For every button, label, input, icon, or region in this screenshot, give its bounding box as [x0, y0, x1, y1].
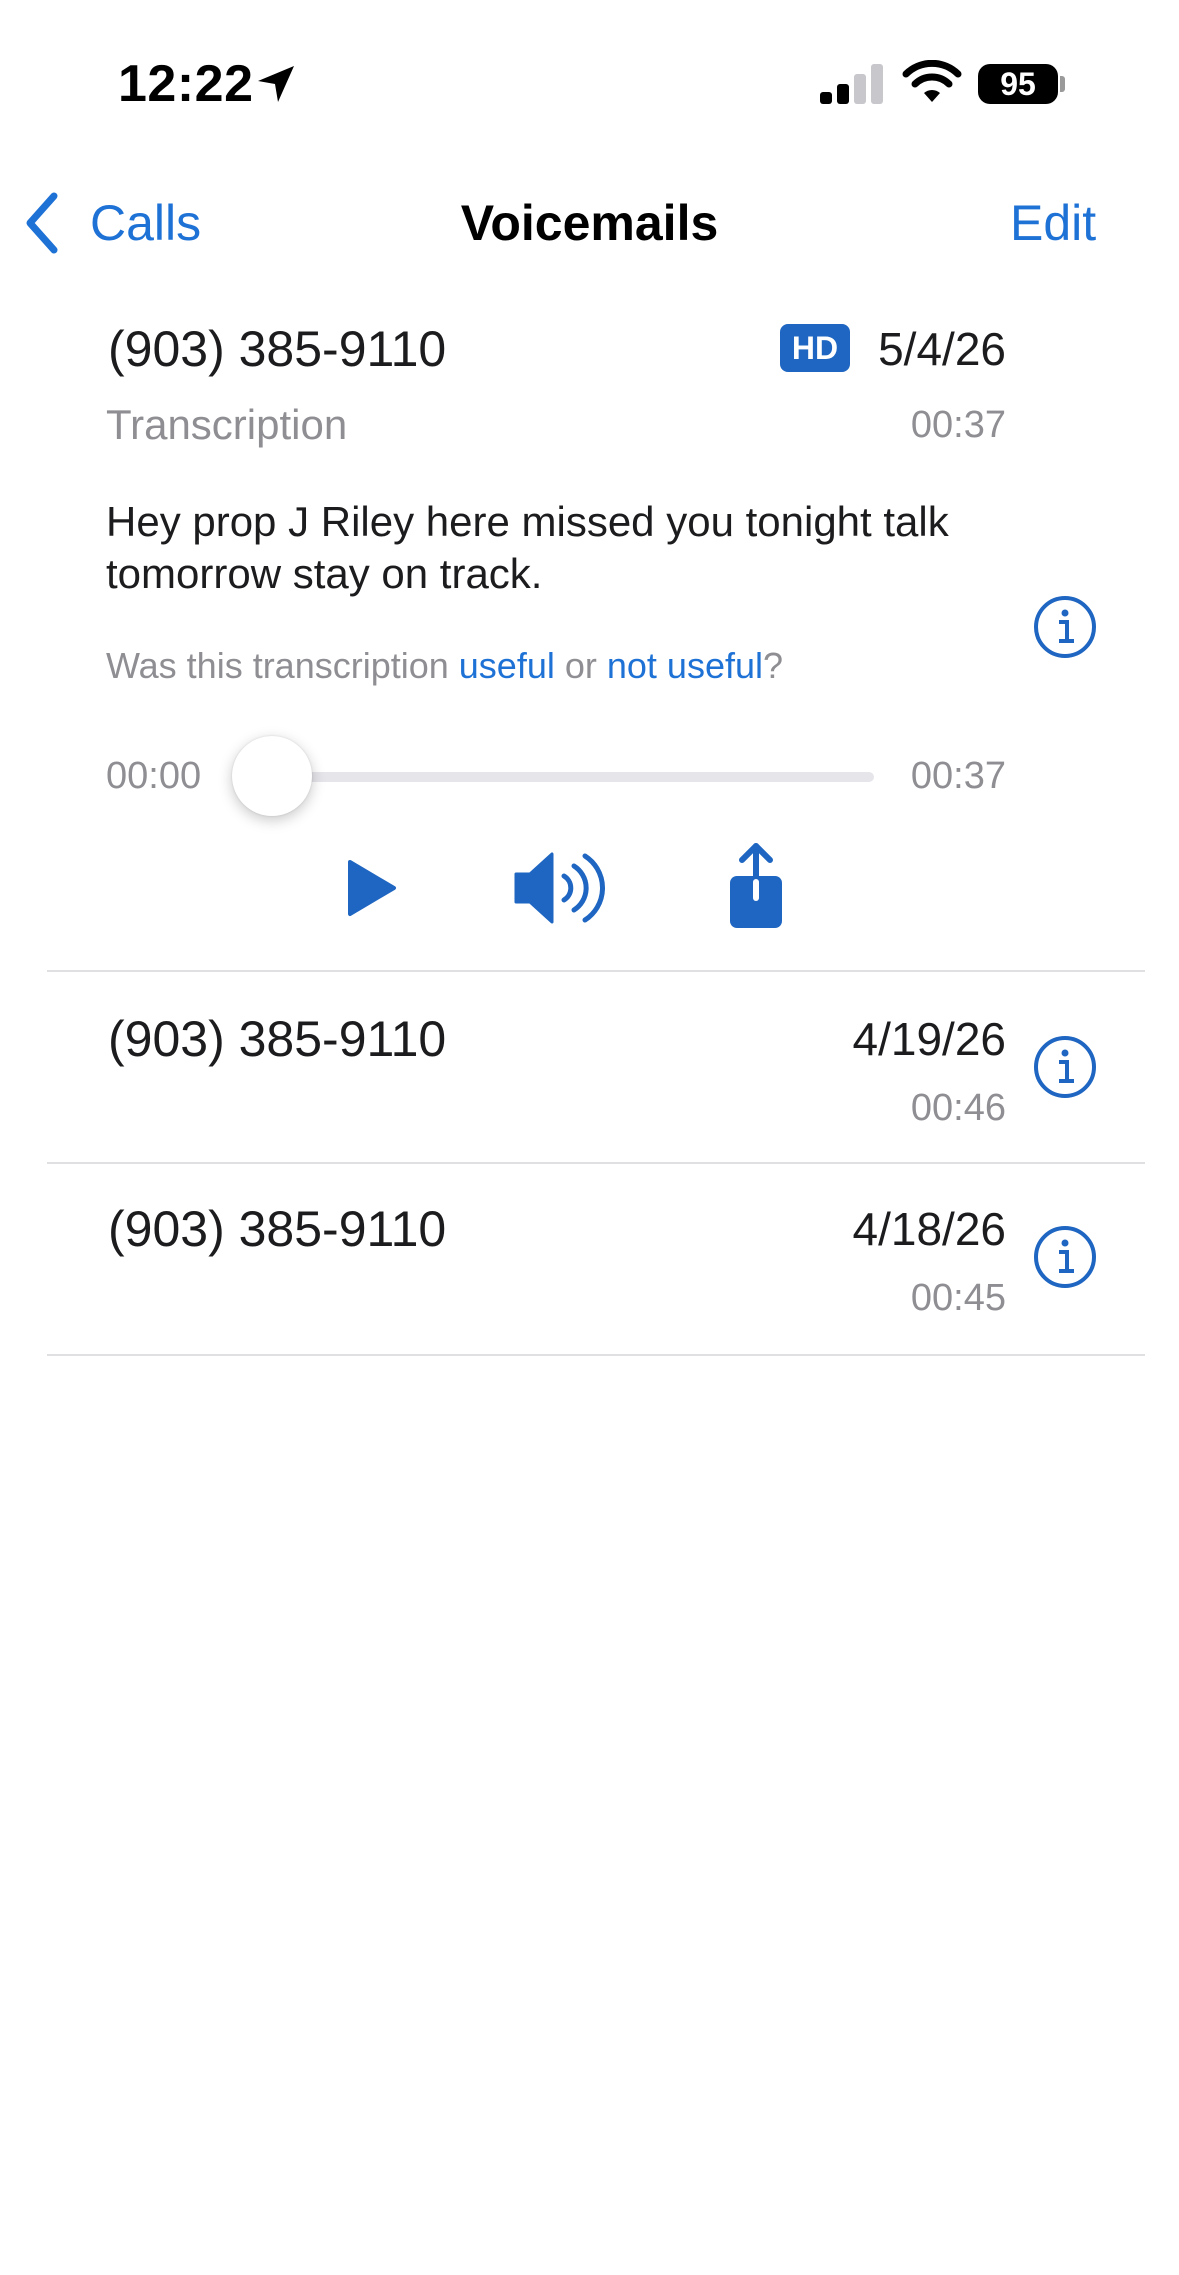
- wifi-icon: [902, 60, 962, 102]
- voicemail-date: 4/18/26: [852, 1203, 1006, 1255]
- feedback-suffix: ?: [763, 645, 784, 686]
- info-circle-icon[interactable]: [1032, 1034, 1098, 1100]
- voicemail-date: 5/4/26: [878, 323, 1006, 375]
- info-circle-icon[interactable]: [1032, 1224, 1098, 1290]
- page-title: Voicemails: [460, 195, 719, 251]
- speaker-icon[interactable]: [512, 844, 608, 932]
- battery-indicator: 95: [978, 64, 1058, 104]
- divider: [47, 1354, 1145, 1356]
- voicemail-date: 4/19/26: [852, 1013, 1006, 1065]
- feedback-middle: or: [554, 645, 607, 686]
- useful-link[interactable]: useful: [459, 645, 555, 686]
- playback-total-time: 00:37: [910, 755, 1006, 797]
- playback-scrubber-knob[interactable]: [232, 736, 312, 816]
- share-icon[interactable]: [726, 842, 786, 932]
- voicemail-phone-number: (903) 385-9110: [108, 1011, 447, 1067]
- cellular-signal-icon: [820, 64, 883, 104]
- voicemail-phone-number: (903) 385-9110: [108, 321, 447, 377]
- voicemail-row[interactable]: (903) 385-9110 4/18/26 00:45: [0, 1164, 1179, 1354]
- hd-badge: HD: [780, 324, 850, 372]
- not-useful-link[interactable]: not useful: [607, 645, 763, 686]
- voicemail-duration: 00:37: [910, 404, 1006, 446]
- voicemail-duration: 00:45: [910, 1277, 1006, 1319]
- playback-current-time: 00:00: [106, 755, 202, 797]
- transcript-text: Hey prop J Riley here missed you tonight…: [106, 498, 949, 597]
- voicemail-phone-number: (903) 385-9110: [108, 1201, 447, 1257]
- playback-track[interactable]: [272, 772, 874, 782]
- play-icon[interactable]: [344, 856, 400, 920]
- location-arrow-icon: [258, 66, 294, 102]
- info-circle-icon[interactable]: [1032, 594, 1098, 660]
- edit-button[interactable]: Edit: [1010, 190, 1096, 256]
- feedback-prefix: Was this transcription: [106, 645, 459, 686]
- transcription-feedback: Was this transcription useful or not use…: [106, 642, 783, 690]
- voicemail-row[interactable]: (903) 385-9110 4/19/26 00:46: [0, 972, 1179, 1162]
- battery-cap: [1060, 76, 1065, 92]
- voicemail-duration: 00:46: [910, 1087, 1006, 1129]
- transcription-label: Transcription: [106, 401, 348, 448]
- status-time: 12:22: [118, 55, 254, 113]
